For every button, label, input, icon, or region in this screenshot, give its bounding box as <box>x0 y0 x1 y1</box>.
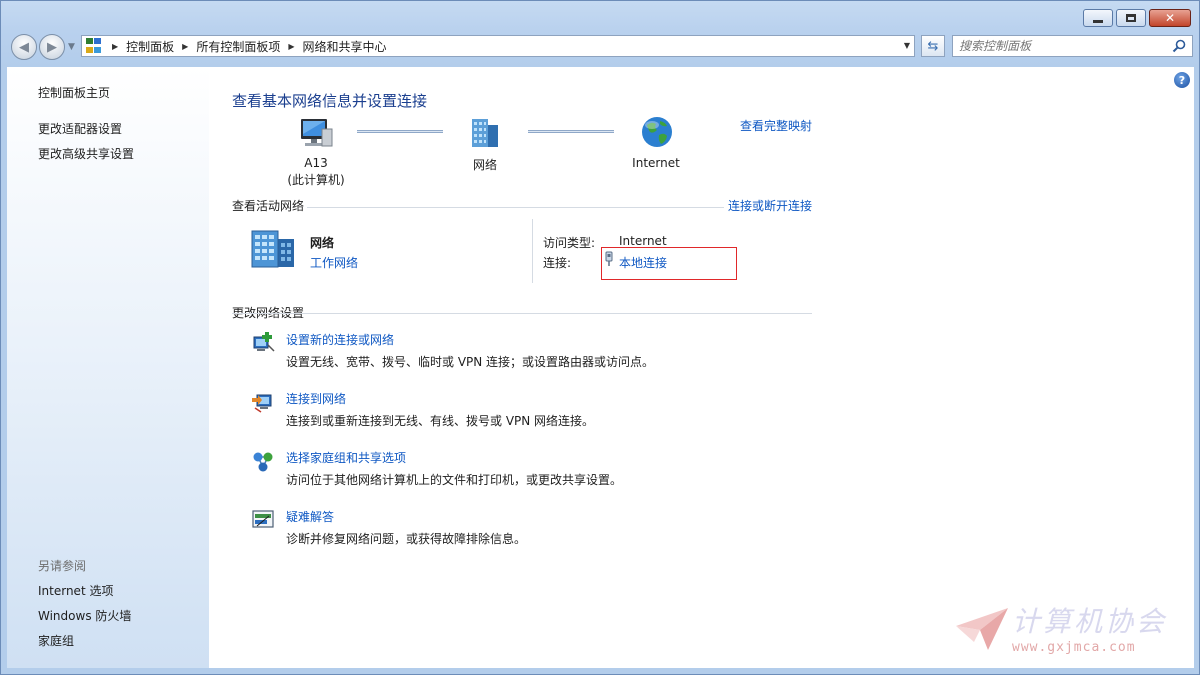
watermark-url: www.gxjmca.com <box>1012 640 1136 655</box>
connector-line <box>357 130 443 133</box>
breadcrumb-all-items[interactable]: 所有控制面板项 <box>196 38 280 55</box>
main-content: ? 查看基本网络信息并设置连接 A13 (此计算机) 网络 Internet 查… <box>209 67 1194 668</box>
watermark: 计算机协会 www.gxjmca.com <box>954 600 1180 660</box>
full-map-link[interactable]: 查看完整映射 <box>740 117 812 134</box>
network-node[interactable] <box>465 117 505 149</box>
work-network-icon[interactable] <box>249 227 299 271</box>
task-connect-network-desc: 连接到或重新连接到无线、有线、拨号或 VPN 网络连接。 <box>286 414 595 428</box>
internet-node[interactable] <box>637 115 677 149</box>
task-connect-network-link[interactable]: 连接到网络 <box>286 390 346 407</box>
address-bar[interactable]: ▶ 控制面板 ▶ 所有控制面板项 ▶ 网络和共享中心 ▼ <box>81 35 915 57</box>
sidebar-item-windows-firewall[interactable]: Windows 防火墙 <box>38 607 131 624</box>
globe-icon <box>642 117 672 147</box>
breadcrumb-separator-icon[interactable]: ▶ <box>288 42 294 51</box>
sidebar-item-internet-options[interactable]: Internet 选项 <box>38 582 113 599</box>
back-arrow-icon: ◀ <box>19 39 29 55</box>
local-connection-link[interactable]: 本地连接 <box>619 254 667 271</box>
vertical-divider <box>532 219 533 283</box>
breadcrumb-network-center[interactable]: 网络和共享中心 <box>303 38 387 55</box>
close-button[interactable]: ✕ <box>1149 9 1191 27</box>
sidebar: 控制面板主页 更改适配器设置 更改高级共享设置 另请参阅 Internet 选项… <box>7 67 209 668</box>
connections-label: 连接: <box>543 256 572 270</box>
watermark-text: 计算机协会 <box>1012 605 1168 638</box>
troubleshoot-icon <box>252 510 274 528</box>
divider <box>232 313 812 314</box>
internet-label: Internet <box>632 156 680 170</box>
breadcrumb-separator-icon[interactable]: ▶ <box>182 42 188 51</box>
network-label: 网络 <box>472 158 497 172</box>
task-new-connection-link[interactable]: 设置新的连接或网络 <box>286 331 394 348</box>
connect-disconnect-link[interactable]: 连接或断开连接 <box>728 197 812 214</box>
computer-label: A13 (此计算机) <box>279 155 353 189</box>
ethernet-plug-icon <box>605 251 613 266</box>
help-icon[interactable]: ? <box>1174 72 1190 88</box>
search-icon[interactable] <box>1172 39 1186 53</box>
task-troubleshoot-link[interactable]: 疑难解答 <box>286 508 334 525</box>
breadcrumb-control-panel[interactable]: 控制面板 <box>126 38 174 55</box>
watermark-logo <box>956 608 1008 650</box>
search-input[interactable] <box>959 39 1159 53</box>
recent-pages-dropdown[interactable]: ▼ <box>68 42 75 52</box>
caption-buttons: ✕ <box>1083 9 1191 27</box>
task-troubleshoot-desc: 诊断并修复网络问题，或获得故障排除信息。 <box>286 532 527 546</box>
window: ✕ ◀ ▶ ▼ ▶ 控制面板 ▶ 所有控制面板项 ▶ 网络和共享中心 ▼ ⇆ 搜… <box>0 0 1200 675</box>
maximize-button[interactable] <box>1116 9 1146 27</box>
new-connection-icon <box>253 332 275 352</box>
task-homegroup-desc: 访问位于其他网络计算机上的文件和打印机，或更改共享设置。 <box>286 473 623 487</box>
back-button[interactable]: ◀ <box>11 34 37 60</box>
computer-icon <box>301 119 333 147</box>
access-type-value: Internet <box>619 234 667 248</box>
control-panel-icon <box>86 38 104 54</box>
divider <box>307 207 724 208</box>
navigation-bar: ◀ ▶ ▼ ▶ 控制面板 ▶ 所有控制面板项 ▶ 网络和共享中心 ▼ ⇆ <box>9 33 1193 61</box>
address-dropdown-icon[interactable]: ▼ <box>904 41 910 50</box>
access-type-label: 访问类型: <box>543 236 596 250</box>
connector-line <box>528 130 614 133</box>
sidebar-item-homegroup[interactable]: 家庭组 <box>38 632 74 649</box>
homegroup-icon <box>253 452 273 472</box>
close-icon: ✕ <box>1164 11 1176 25</box>
minimize-button[interactable] <box>1083 9 1113 27</box>
forward-arrow-icon: ▶ <box>47 39 57 55</box>
minimize-icon <box>1093 19 1103 23</box>
sidebar-item-control-panel-home[interactable]: 控制面板主页 <box>38 84 110 101</box>
breadcrumb-separator-icon[interactable]: ▶ <box>112 42 118 51</box>
task-homegroup-link[interactable]: 选择家庭组和共享选项 <box>286 449 406 466</box>
forward-button[interactable]: ▶ <box>39 34 65 60</box>
computer-sub: (此计算机) <box>287 173 345 187</box>
connect-network-icon <box>252 394 272 413</box>
network-type-link[interactable]: 工作网络 <box>310 254 358 271</box>
network-building-icon <box>472 119 498 147</box>
search-box <box>952 35 1193 57</box>
task-new-connection-desc: 设置无线、宽带、拨号、临时或 VPN 连接；或设置路由器或访问点。 <box>286 355 655 369</box>
computer-node[interactable] <box>293 117 339 149</box>
computer-name: A13 <box>304 156 328 170</box>
sidebar-item-adapter-settings[interactable]: 更改适配器设置 <box>38 120 122 137</box>
page-title: 查看基本网络信息并设置连接 <box>232 92 428 110</box>
active-network-name: 网络 <box>310 236 335 250</box>
see-also-heading: 另请参阅 <box>38 559 87 573</box>
sidebar-item-advanced-sharing[interactable]: 更改高级共享设置 <box>38 145 134 162</box>
refresh-button[interactable]: ⇆ <box>921 35 945 57</box>
active-networks-heading: 查看活动网络 <box>232 199 305 213</box>
maximize-icon <box>1126 14 1136 22</box>
refresh-icon: ⇆ <box>927 38 939 54</box>
